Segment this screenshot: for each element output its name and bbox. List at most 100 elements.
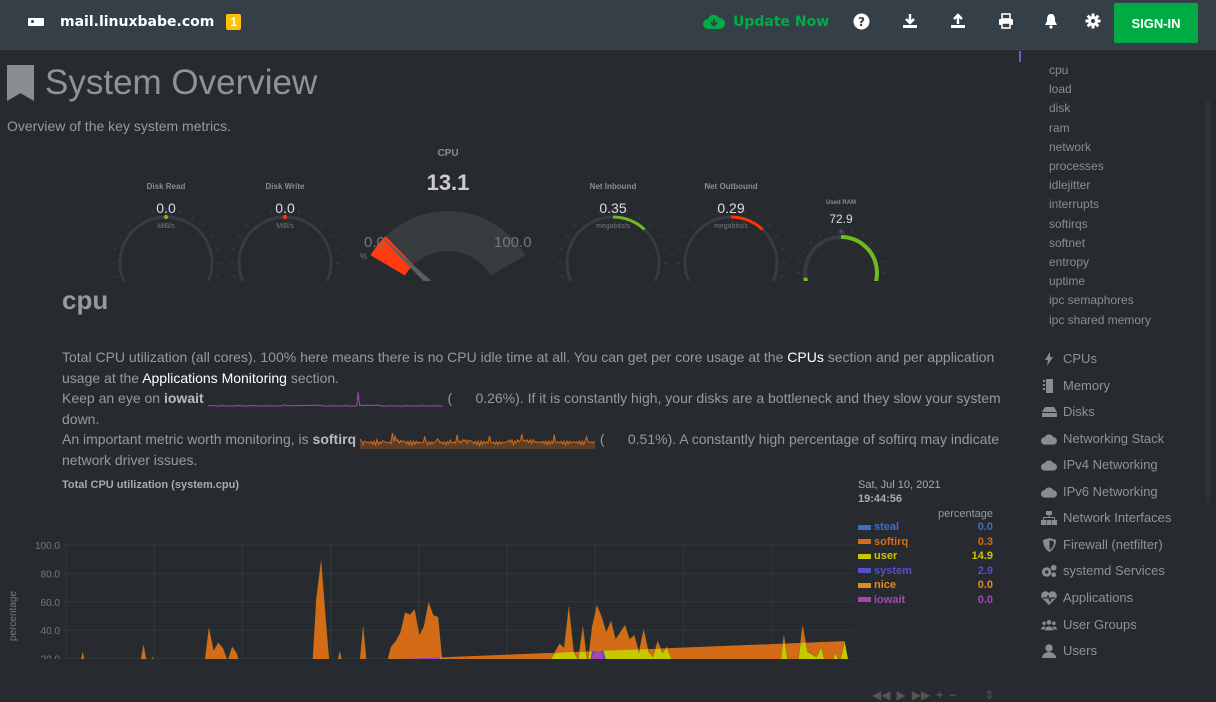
net-outbound-title: Net Outbound	[704, 182, 758, 191]
legend-item-steal[interactable]: steal 0.0	[858, 520, 993, 535]
sidebar-menu-user-groups[interactable]: User Groups	[1041, 617, 1137, 632]
gauge-value-arc	[803, 235, 879, 281]
sidebar-subitem-cpu[interactable]: cpu	[1049, 63, 1068, 77]
sidebar-subitem-ipc-shared-memory[interactable]: ipc shared memory	[1049, 313, 1151, 327]
sidebar-subitem-softirqs[interactable]: softirqs	[1049, 217, 1088, 231]
legend-item-system[interactable]: system 2.9	[858, 564, 993, 579]
legend-item-nice[interactable]: nice 0.0	[858, 578, 993, 593]
main-content: System Overview Overview of the key syst…	[0, 51, 1020, 702]
sidebar-subitem-processes[interactable]: processes	[1049, 159, 1104, 173]
used-ram-gauge[interactable]: Used RAM 72.9 %	[808, 200, 874, 236]
gauge-tick	[559, 248, 564, 251]
net-inbound-value: 0.35	[599, 200, 627, 216]
alarm-count-badge[interactable]: 1	[226, 14, 242, 30]
net-outbound-gauge[interactable]: Net Outbound 0.29 megabits/s	[683, 182, 779, 230]
gauge-tick	[656, 235, 661, 238]
sidebar-menu-ipv6-networking[interactable]: IPv6 Networking	[1041, 484, 1158, 499]
sidebar-menu-label: Disks	[1063, 404, 1095, 419]
gear-icon[interactable]	[1084, 12, 1102, 30]
softirq-label: softirq	[312, 431, 357, 447]
sidebar-menu-systemd-services[interactable]: systemd Services	[1041, 563, 1165, 578]
host-menu[interactable]: mail.linuxbabe.com 1	[28, 14, 242, 30]
help-icon[interactable]: ?	[852, 12, 870, 30]
applications-monitoring-link[interactable]: Applications Monitoring	[142, 370, 287, 386]
cogs-icon	[1041, 564, 1057, 578]
sidebar-menu-ipv4-networking[interactable]: IPv4 Networking	[1041, 457, 1158, 472]
cpu-chart[interactable]: 0.020.040.060.080.0100.019:36:0019:37:00…	[0, 479, 860, 659]
bell-icon[interactable]	[1042, 12, 1060, 30]
chart-controls: ◀◀ ▶ ▶▶ + − ⇕	[872, 688, 994, 702]
y-tick-label: 20.0	[41, 655, 61, 659]
softirq-sparkline[interactable]	[359, 431, 596, 450]
download-icon[interactable]	[901, 12, 919, 30]
cpu-gauge-title: CPU	[437, 148, 459, 159]
used-ram-title: Used RAM	[825, 200, 856, 206]
sidebar-subitem-disk[interactable]: disk	[1049, 101, 1070, 115]
sidebar-menu-label: IPv6 Networking	[1063, 484, 1158, 499]
pan-right-icon[interactable]: ▶▶	[912, 688, 930, 702]
cloud-icon	[1041, 432, 1057, 446]
cpus-link[interactable]: CPUs	[787, 349, 824, 365]
sidebar-menu-users[interactable]: Users	[1041, 643, 1097, 658]
gauge-tick	[880, 260, 885, 263]
disk-read-gauge[interactable]: Disk Read 0.0 MiB/s	[118, 182, 214, 230]
sidebar-menu-firewall-netfilter[interactable]: Firewall (netfilter)	[1041, 537, 1163, 552]
gauge-tick	[328, 235, 333, 238]
hostname[interactable]: mail.linuxbabe.com	[60, 14, 214, 30]
sidebar-menu-memory[interactable]: Memory	[1041, 378, 1110, 393]
gauge-tick	[780, 275, 785, 278]
sidebar-menu-applications[interactable]: Applications	[1041, 590, 1133, 605]
disk-write-gauge[interactable]: Disk Write 0.0 MiB/s	[237, 182, 333, 230]
sidebar-menu-networking-stack[interactable]: Networking Stack	[1041, 431, 1164, 446]
pan-left-icon[interactable]: ◀◀	[872, 688, 890, 702]
disk-write-title: Disk Write	[265, 182, 305, 191]
iowait-sparkline[interactable]	[207, 390, 444, 408]
zoom-in-icon[interactable]: +	[936, 688, 943, 702]
sidebar-subitem-uptime[interactable]: uptime	[1049, 274, 1085, 288]
sidebar-subitem-idlejitter[interactable]: idlejitter	[1049, 178, 1090, 192]
legend-item-softirq[interactable]: softirq 0.3	[858, 535, 993, 550]
sidebar-menu-disks[interactable]: Disks	[1041, 404, 1095, 419]
gauge-tick	[677, 275, 682, 278]
legend-item-iowait[interactable]: iowait 0.0	[858, 593, 993, 608]
y-tick-label: 40.0	[41, 626, 61, 637]
resize-handle-icon[interactable]: ⇕	[984, 688, 994, 702]
legend-swatch	[858, 568, 871, 574]
sidebar-subitem-ram[interactable]: ram	[1049, 121, 1070, 135]
legend-value: 2.9	[977, 564, 993, 577]
legend-item-user[interactable]: user 14.9	[858, 549, 993, 564]
net-inbound-gauge[interactable]: Net Inbound 0.35 megabits/s	[565, 182, 661, 230]
sidebar-menu-cpus[interactable]: CPUs	[1041, 351, 1097, 366]
sidebar-subitem-network[interactable]: network	[1049, 140, 1091, 154]
upload-icon[interactable]	[949, 12, 967, 30]
sidebar-menu-label: User Groups	[1063, 617, 1137, 632]
play-icon[interactable]: ▶	[896, 688, 905, 702]
net-inbound-title: Net Inbound	[589, 182, 637, 191]
sidebar-menu-label: systemd Services	[1063, 563, 1165, 578]
legend-value: 0.0	[977, 579, 993, 592]
legend-value: 0.3	[977, 535, 993, 548]
user-icon	[1041, 643, 1057, 658]
gauge-tick	[209, 235, 214, 238]
gauge-tick	[237, 235, 242, 238]
sidebar-subitem-softnet[interactable]: softnet	[1049, 236, 1085, 250]
sidebar-subitem-entropy[interactable]: entropy	[1049, 255, 1089, 269]
sidebar-subitem-interrupts[interactable]: interrupts	[1049, 197, 1099, 211]
sidebar-subitem-load[interactable]: load	[1049, 82, 1072, 96]
shield-icon	[1041, 537, 1057, 552]
y-tick-label: 60.0	[41, 598, 61, 609]
print-icon[interactable]	[997, 12, 1015, 30]
svg-text:?: ?	[858, 15, 865, 29]
disk-write-value: 0.0	[275, 200, 295, 216]
update-now-button[interactable]: Update Now	[703, 14, 829, 30]
sidebar-menu-label: Applications	[1063, 590, 1134, 605]
hdd-icon	[1041, 405, 1057, 419]
sidebar-menu-network-interfaces[interactable]: Network Interfaces	[1041, 510, 1171, 525]
series-area-user	[81, 562, 849, 659]
sidebar-scrollbar[interactable]	[1206, 101, 1210, 503]
softirq-paragraph: An important metric worth monitoring, is…	[62, 429, 1007, 470]
sidebar-subitem-ipc-semaphores[interactable]: ipc semaphores	[1049, 293, 1134, 307]
zoom-out-icon[interactable]: −	[949, 688, 956, 702]
cpu-gauge[interactable]: CPU 13.1	[398, 148, 498, 196]
sign-in-button[interactable]: SIGN-IN	[1114, 3, 1198, 43]
